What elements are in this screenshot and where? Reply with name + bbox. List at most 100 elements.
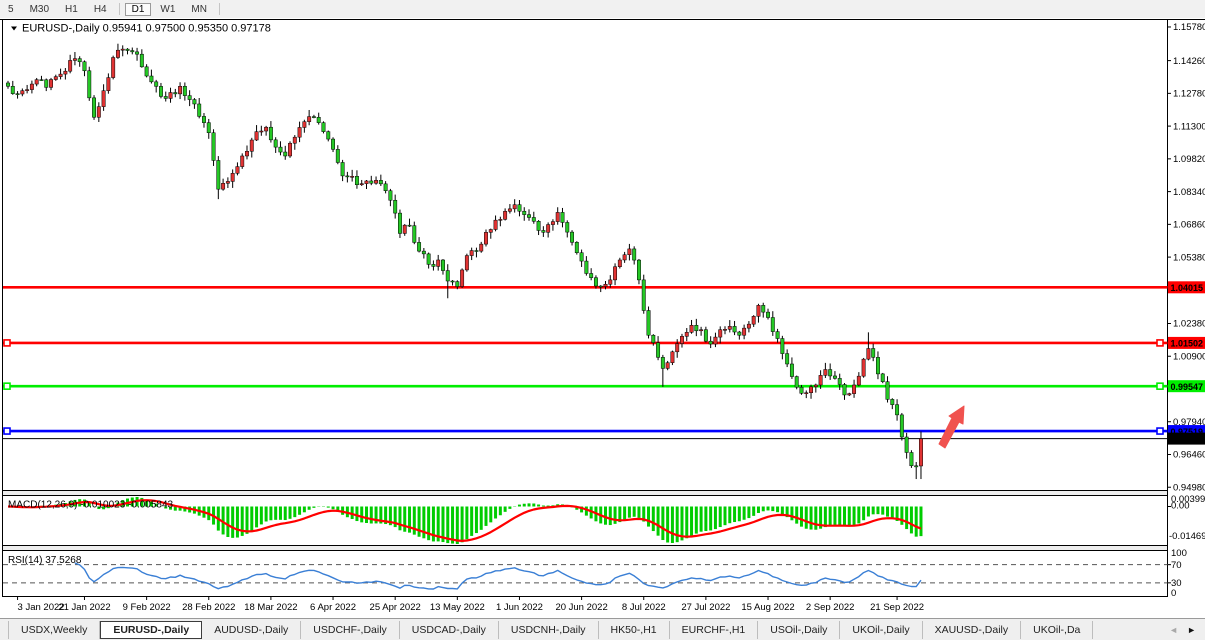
symbol-tab-ukoil-daily[interactable]: UKOil-,Daily [840, 621, 922, 639]
symbol-tab-usdx-weekly[interactable]: USDX,Weekly [8, 621, 100, 639]
candle-body [480, 244, 483, 251]
candle-body [83, 62, 86, 71]
chart-title: EURUSD-,Daily 0.95941 0.97500 0.95350 0.… [11, 23, 271, 35]
price-axis-tick: 1.02380 [1173, 319, 1205, 330]
candle-body [446, 271, 449, 281]
timeframe-button-w1[interactable]: W1 [153, 3, 182, 16]
candle-body [905, 437, 908, 452]
hline-handle[interactable] [4, 340, 10, 346]
candle-body [403, 225, 406, 233]
candle-body [30, 84, 33, 90]
candle-body [809, 387, 812, 393]
candle-body [73, 59, 76, 61]
candle-body [154, 82, 157, 87]
symbol-tab-usoil-daily[interactable]: USOil-,Daily [758, 621, 840, 639]
symbol-tab-eurchf-h1[interactable]: EURCHF-,H1 [670, 621, 759, 639]
candle-body [623, 255, 626, 260]
candle-body [532, 217, 535, 221]
candle-body [508, 209, 511, 211]
timeframe-button-m30[interactable]: M30 [23, 3, 56, 16]
candle-body [460, 270, 463, 287]
candle-body [886, 382, 889, 400]
symbol-ohlc-title: EURUSD-,Daily 0.95941 0.97500 0.95350 0.… [22, 23, 271, 35]
hline-handle[interactable] [1157, 428, 1163, 434]
candle-body [250, 140, 253, 151]
candle-body [695, 325, 698, 331]
candle-body [900, 415, 903, 437]
chart-frame [0, 18, 1205, 618]
symbol-tab-audusd-daily[interactable]: AUDUSD-,Daily [202, 621, 301, 639]
candle-body [384, 184, 387, 191]
candle-body [785, 354, 788, 364]
candle-body [733, 326, 736, 332]
price-axis-tick: 1.00900 [1173, 351, 1205, 362]
price-badge-label: 1.04015 [1171, 283, 1204, 293]
symbol-tab-xauusd-daily[interactable]: XAUUSD-,Daily [923, 621, 1022, 639]
candle-body [355, 176, 358, 184]
candle-body [604, 284, 607, 286]
candle-body [642, 280, 645, 311]
candle-body [64, 71, 67, 74]
symbol-tab-usdcad-daily[interactable]: USDCAD-,Daily [400, 621, 499, 639]
timeframe-button-h4[interactable]: H4 [87, 3, 114, 16]
candle-body [456, 282, 459, 287]
candle-body [632, 249, 635, 260]
symbol-tab-hk50-h1[interactable]: HK50-,H1 [599, 621, 670, 639]
candle-body [752, 316, 755, 324]
candle-body [795, 377, 798, 388]
candle-body [207, 123, 210, 133]
candle-body [661, 357, 664, 368]
candle-body [288, 143, 291, 156]
candle-body [852, 385, 855, 394]
symbol-tab-eurusd-daily[interactable]: EURUSD-,Daily [100, 621, 202, 639]
candle-body [260, 131, 263, 132]
candle-body [188, 96, 191, 100]
candle-body [618, 260, 621, 267]
timeframe-button-5[interactable]: 5 [1, 3, 21, 16]
candle-body [771, 318, 774, 332]
hline-handle[interactable] [4, 428, 10, 434]
tab-scroll-left-icon[interactable]: ◄ [1169, 625, 1178, 635]
price-axis-tick: 1.14260 [1173, 56, 1205, 67]
date-axis-label: 6 Apr 2022 [310, 602, 356, 613]
candle-body [704, 330, 707, 341]
candle-body [255, 132, 258, 140]
candle-body [432, 264, 435, 266]
hline-handle[interactable] [1157, 340, 1163, 346]
candle-body [54, 77, 57, 80]
candle-body [365, 181, 368, 184]
timeframe-button-d1[interactable]: D1 [125, 3, 152, 16]
hline-handle[interactable] [4, 383, 10, 389]
candle-body [97, 107, 100, 118]
candle-body [92, 98, 95, 117]
candle-body [116, 50, 119, 57]
hline-handle[interactable] [1157, 383, 1163, 389]
date-axis-label: 1 Jun 2022 [496, 602, 543, 613]
timeframe-button-mn[interactable]: MN [184, 3, 214, 16]
candle-body [293, 137, 296, 143]
tab-scroll-right-icon[interactable]: ► [1187, 625, 1196, 635]
candle-body [159, 86, 162, 96]
candle-body [451, 281, 454, 282]
date-axis-label: 8 Jul 2022 [622, 602, 666, 613]
symbol-tab-bar: USDX,WeeklyEURUSD-,DailyAUDUSD-,DailyUSD… [0, 618, 1205, 640]
price-axis-tick: 1.12780 [1173, 89, 1205, 100]
symbol-tab-usdcnh-daily[interactable]: USDCNH-,Daily [499, 621, 599, 639]
symbol-tab-usdchf-daily[interactable]: USDCHF-,Daily [301, 621, 400, 639]
candle-body [881, 374, 884, 382]
candle-body [441, 260, 444, 271]
symbol-tab-ukoil-da[interactable]: UKOil-,Da [1021, 621, 1093, 639]
candle-body [121, 49, 124, 50]
svg-text:70: 70 [1171, 560, 1182, 571]
price-badge-label: 0.97178 [1171, 434, 1204, 444]
candle-body [25, 90, 28, 91]
candle-body [465, 256, 468, 270]
chart-canvas[interactable]: 0.003990.00-0.01469 10070300 1.157801.14… [0, 18, 1205, 618]
toolbar-separator [219, 3, 220, 15]
candle-body [126, 49, 129, 50]
candle-body [264, 127, 267, 131]
timeframe-button-h1[interactable]: H1 [58, 3, 85, 16]
candle-body [374, 180, 377, 183]
price-badge-label: 1.01502 [1171, 339, 1204, 349]
candle-body [241, 156, 244, 167]
